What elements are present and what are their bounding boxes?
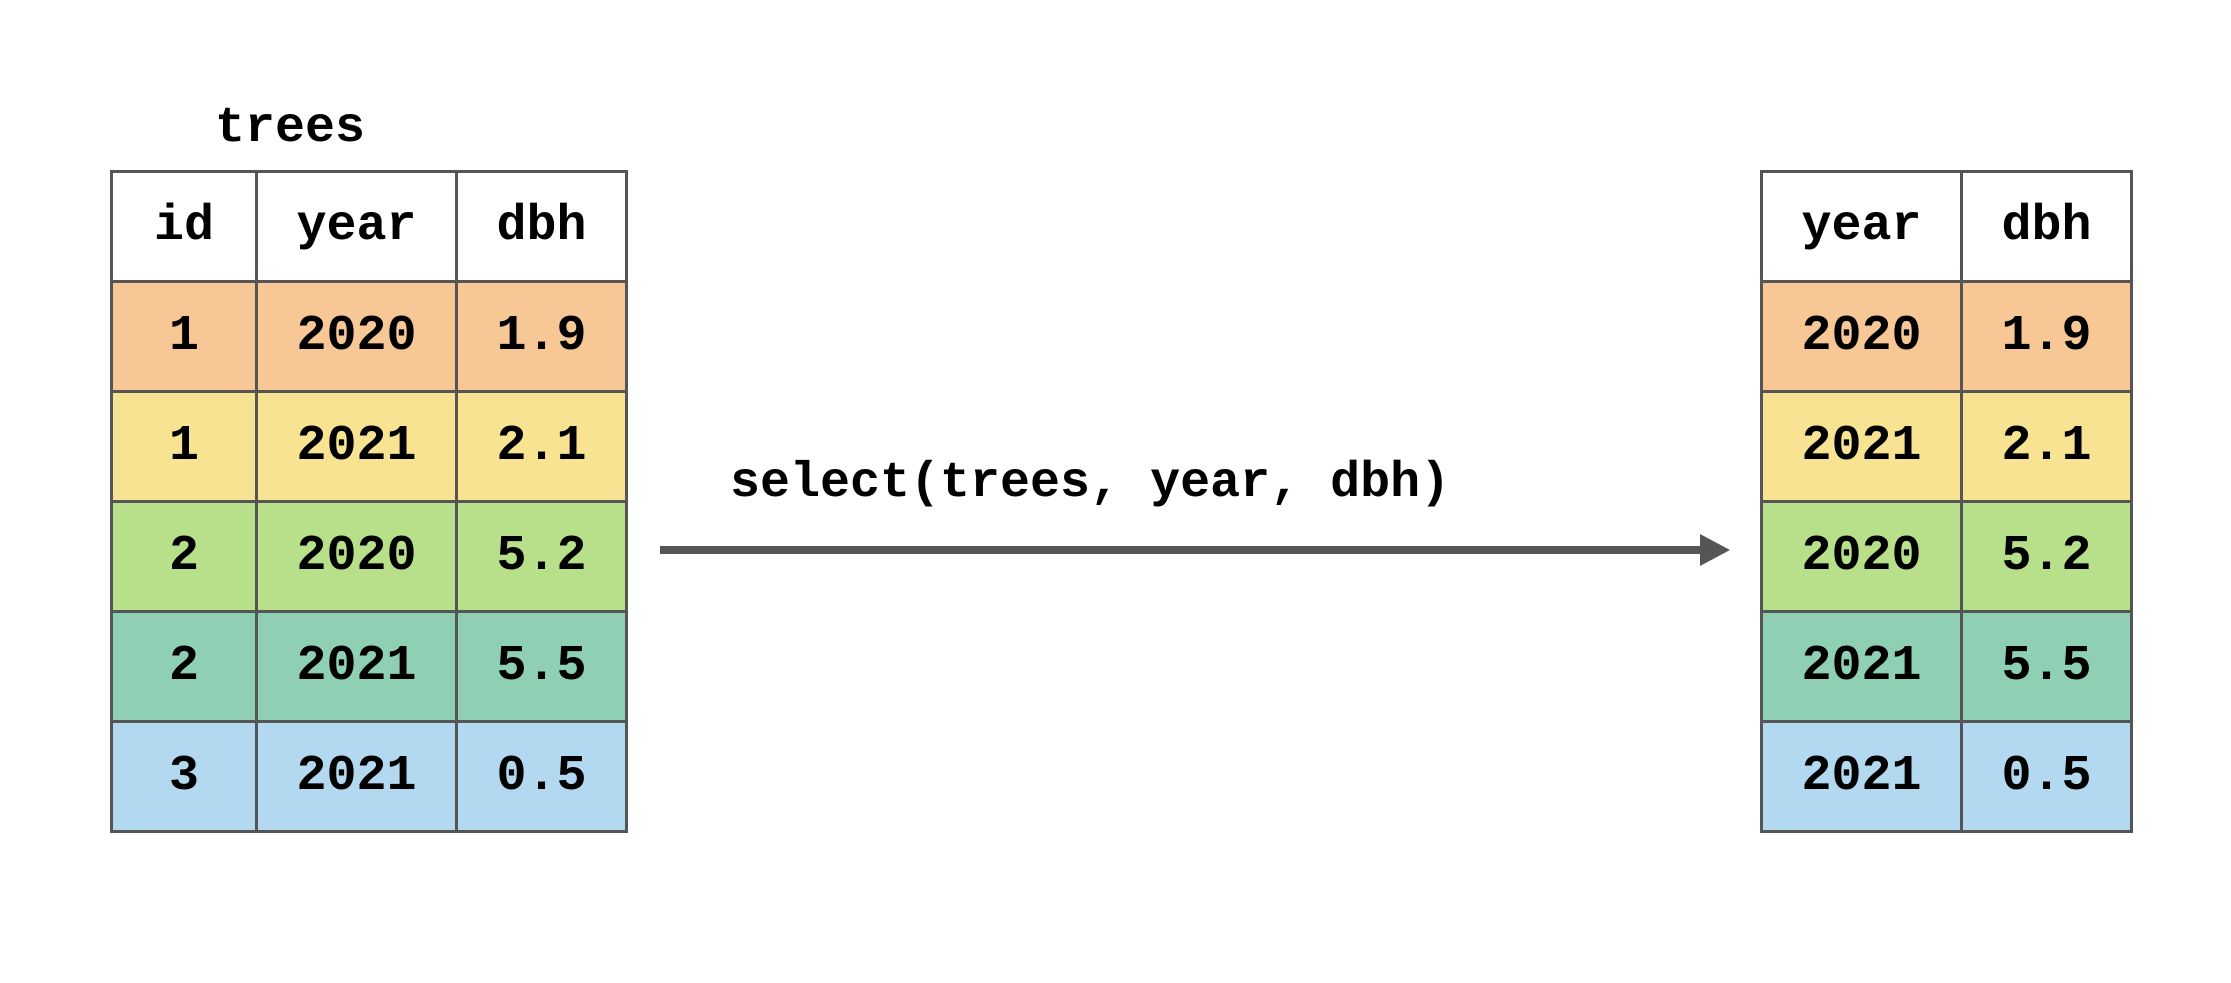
cell: 1 <box>112 282 257 392</box>
cell: 2020 <box>1762 282 1962 392</box>
cell: 2021 <box>257 722 457 832</box>
cell: 5.5 <box>457 612 627 722</box>
cell: 5.2 <box>457 502 627 612</box>
cell: 2021 <box>257 612 457 722</box>
cell: 3 <box>112 722 257 832</box>
cell: 2021 <box>1762 392 1962 502</box>
cell: 2020 <box>1762 502 1962 612</box>
cell: 1 <box>112 392 257 502</box>
cell: 1.9 <box>1962 282 2132 392</box>
table-row: 3 2021 0.5 <box>112 722 627 832</box>
col-header-id: id <box>112 172 257 282</box>
cell: 5.2 <box>1962 502 2132 612</box>
cell: 2020 <box>257 282 457 392</box>
col-header-dbh: dbh <box>1962 172 2132 282</box>
cell: 0.5 <box>1962 722 2132 832</box>
table-header-row: id year dbh <box>112 172 627 282</box>
table-row: 2021 0.5 <box>1762 722 2132 832</box>
table-row: 1 2020 1.9 <box>112 282 627 392</box>
cell: 2 <box>112 502 257 612</box>
cell: 5.5 <box>1962 612 2132 722</box>
cell: 0.5 <box>457 722 627 832</box>
col-header-year: year <box>257 172 457 282</box>
arrow-right-icon <box>660 530 1730 570</box>
table-row: 2020 5.2 <box>1762 502 2132 612</box>
table-row: 2 2021 5.5 <box>112 612 627 722</box>
cell: 2.1 <box>1962 392 2132 502</box>
table-row: 2021 2.1 <box>1762 392 2132 502</box>
cell: 2021 <box>1762 722 1962 832</box>
cell: 2021 <box>1762 612 1962 722</box>
cell: 2 <box>112 612 257 722</box>
output-table: year dbh 2020 1.9 2021 2.1 2020 5.2 2021… <box>1760 170 2133 833</box>
cell: 2.1 <box>457 392 627 502</box>
table-row: 1 2021 2.1 <box>112 392 627 502</box>
col-header-year: year <box>1762 172 1962 282</box>
table-row: 2020 1.9 <box>1762 282 2132 392</box>
table-row: 2 2020 5.2 <box>112 502 627 612</box>
cell: 1.9 <box>457 282 627 392</box>
table-header-row: year dbh <box>1762 172 2132 282</box>
input-table: id year dbh 1 2020 1.9 1 2021 2.1 2 2020… <box>110 170 628 833</box>
cell: 2020 <box>257 502 457 612</box>
operation-code: select(trees, year, dbh) <box>730 455 1450 512</box>
col-header-dbh: dbh <box>457 172 627 282</box>
cell: 2021 <box>257 392 457 502</box>
input-table-title: trees <box>215 100 365 157</box>
table-row: 2021 5.5 <box>1762 612 2132 722</box>
